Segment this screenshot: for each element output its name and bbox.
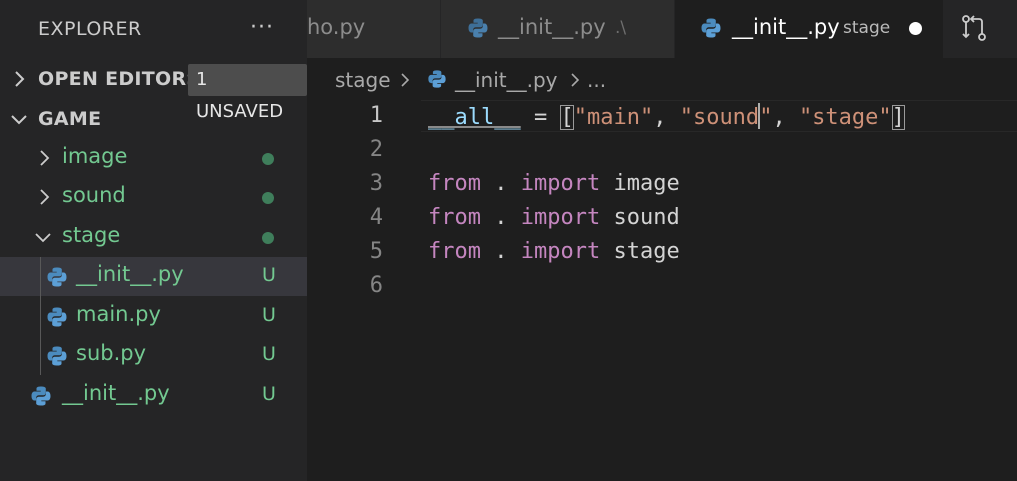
tree-folder-image[interactable]: image <box>0 139 307 178</box>
tree-file-sub[interactable]: sub.py U <box>0 336 307 375</box>
chevron-right-icon <box>15 71 25 87</box>
code-token-comma: , <box>653 105 680 130</box>
tab-description: stage <box>843 18 891 38</box>
tab-label: ho.py <box>307 15 366 39</box>
code-token-keyword: import <box>520 205 601 230</box>
code-token-operator: = <box>520 105 561 130</box>
open-changes-icon[interactable] <box>958 12 990 44</box>
modified-dot <box>262 232 274 244</box>
line-number: 4 <box>369 205 383 230</box>
code-editor[interactable]: 1 2 3 4 5 6 __all__ = ["main", "sound", … <box>307 96 1017 481</box>
tree-item-label: stage <box>62 223 121 247</box>
unsaved-badge: 1 UNSAVED <box>188 64 307 122</box>
open-editors-label: OPEN EDITORS <box>38 68 201 90</box>
tab-label: __init__.py <box>498 15 606 39</box>
python-icon <box>47 346 67 366</box>
python-icon <box>47 267 67 287</box>
tab-init-root[interactable]: __init__.py .\ <box>441 0 674 58</box>
code-line-1: __all__ = ["main", "sound", "stage"] <box>428 103 905 130</box>
tab-label: __init__.py <box>732 15 840 39</box>
code-token-string: " <box>759 105 773 130</box>
chevron-down-icon <box>35 233 51 243</box>
chevron-right-icon <box>571 73 580 87</box>
code-token-keyword: from <box>428 205 481 230</box>
tree-folder-stage[interactable]: stage <box>0 218 307 257</box>
code-token-keyword: from <box>428 239 481 264</box>
code-token-bracket: ] <box>891 105 905 130</box>
tree-item-label: sub.py <box>76 341 147 365</box>
code-token-string: "sound <box>679 105 760 130</box>
python-icon <box>31 386 51 406</box>
code-line-4: from . import sound <box>428 205 680 230</box>
code-token-module: image <box>600 171 680 196</box>
line-number: 1 <box>369 103 383 128</box>
tree-item-label: sound <box>62 183 126 207</box>
code-token-keyword: import <box>520 171 601 196</box>
tree-file-main[interactable]: main.py U <box>0 297 307 336</box>
tree-file-root-init[interactable]: __init__.py U <box>0 376 307 415</box>
code-token-string: "main" <box>573 105 654 130</box>
game-folder-section[interactable]: GAME <box>0 100 307 138</box>
python-icon <box>701 18 721 38</box>
game-folder-label: GAME <box>38 108 102 130</box>
tab-description: .\ <box>615 18 627 38</box>
line-number: 2 <box>369 137 383 162</box>
code-token-module: stage <box>600 239 680 264</box>
indent-guide <box>40 257 41 375</box>
breadcrumb-item-symbols[interactable]: ... <box>587 68 606 92</box>
explorer-header: EXPLORER ··· <box>0 0 307 58</box>
more-actions-icon[interactable]: ··· <box>248 12 276 42</box>
explorer-sidebar: EXPLORER ··· OPEN EDITORS 1 UNSAVED GAME… <box>0 0 307 481</box>
code-token-dot: . <box>480 205 521 230</box>
line-number: 3 <box>369 171 383 196</box>
explorer-title: EXPLORER <box>38 18 142 40</box>
untracked-status: U <box>262 264 276 286</box>
tab-init-stage[interactable]: __init__.py stage <box>675 0 943 58</box>
code-token-keyword: from <box>428 171 481 196</box>
code-token-bracket: [ <box>560 105 574 130</box>
modified-dot <box>262 153 274 165</box>
untracked-status: U <box>262 343 276 365</box>
code-token-module: sound <box>600 205 680 230</box>
chevron-right-icon <box>40 189 50 205</box>
tree-item-label: __init__.py <box>62 381 170 405</box>
python-icon <box>428 70 446 88</box>
tree-file-stage-init[interactable]: __init__.py U <box>0 257 307 296</box>
python-icon <box>468 18 488 38</box>
code-line-3: from . import image <box>428 171 680 196</box>
editor-tab-bar: ho.py __init__.py .\ __init__.py stage <box>307 0 1017 58</box>
code-line-5: from . import stage <box>428 239 680 264</box>
untracked-status: U <box>262 383 276 405</box>
code-token-keyword: import <box>520 239 601 264</box>
open-editors-section[interactable]: OPEN EDITORS 1 UNSAVED <box>0 60 307 122</box>
chevron-right-icon <box>40 150 50 166</box>
code-token-variable: __all__ <box>428 105 521 130</box>
code-token-dot: . <box>480 171 521 196</box>
code-token-comma: , <box>772 105 799 130</box>
breadcrumb-item-file[interactable]: __init__.py <box>455 68 558 92</box>
unsaved-dot-icon[interactable] <box>909 22 922 35</box>
tree-item-label: image <box>62 144 128 168</box>
tree-item-label: main.py <box>76 302 161 326</box>
chevron-right-icon <box>401 73 410 87</box>
tree-item-label: __init__.py <box>76 262 184 286</box>
code-token-dot: . <box>480 239 521 264</box>
python-icon <box>47 307 67 327</box>
breadcrumb-item-stage[interactable]: stage <box>335 68 391 92</box>
untracked-status: U <box>262 304 276 326</box>
modified-dot <box>262 192 274 204</box>
tree-folder-sound[interactable]: sound <box>0 178 307 217</box>
line-number: 5 <box>369 239 383 264</box>
line-number: 6 <box>369 273 383 298</box>
chevron-down-icon <box>11 115 27 125</box>
tab-ho-py[interactable]: ho.py <box>307 0 440 58</box>
code-token-string: "stage" <box>798 105 892 130</box>
